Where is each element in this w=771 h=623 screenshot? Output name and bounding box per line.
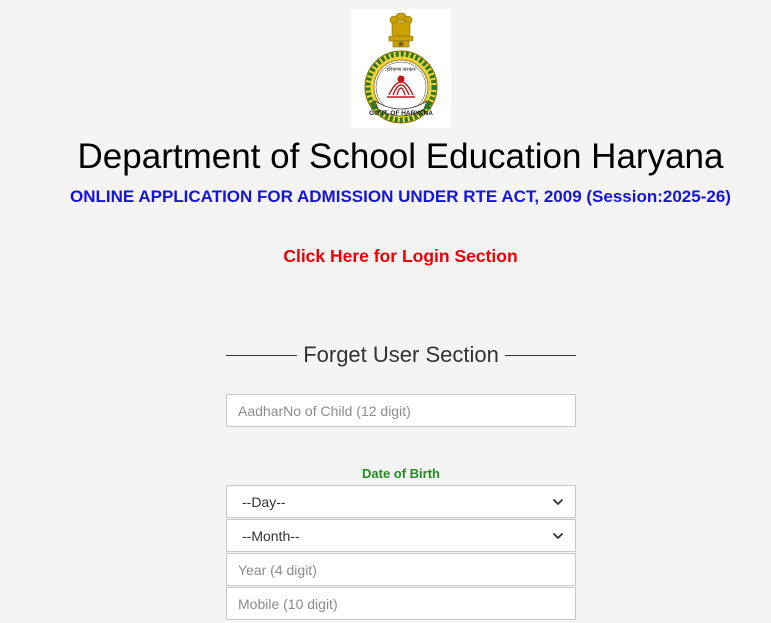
svg-text:GOVT. OF HARYANA: GOVT. OF HARYANA	[369, 110, 433, 117]
section-title: Forget User Section	[303, 342, 499, 367]
svg-text:हरियाणा सरकार: हरियाणा सरकार	[386, 66, 416, 73]
year-input[interactable]	[226, 553, 576, 586]
dob-label: Date of Birth	[362, 466, 440, 481]
forget-user-section-heading: Forget User Section	[226, 340, 577, 370]
heading-rule-right	[504, 354, 577, 356]
day-select[interactable]: --Day--	[226, 485, 576, 518]
aadhar-input[interactable]	[226, 394, 576, 427]
page-title: Department of School Education Haryana	[77, 137, 724, 176]
heading-rule-left	[226, 354, 298, 356]
login-section-link[interactable]: Click Here for Login Section	[0, 245, 771, 267]
day-select-value: --Day--	[242, 493, 286, 510]
haryana-emblem-logo: GOVT. OF HARYANA हरियाणा सरकार	[351, 9, 451, 128]
emblem-icon: GOVT. OF HARYANA हरियाणा सरकार	[364, 12, 438, 124]
page-subtitle: ONLINE APPLICATION FOR ADMISSION UNDER R…	[70, 187, 731, 206]
chevron-down-icon	[553, 532, 563, 539]
month-select-value: --Month--	[242, 527, 300, 544]
page: GOVT. OF HARYANA हरियाणा सरकार Departmen…	[0, 0, 771, 623]
month-select[interactable]: --Month--	[226, 519, 576, 552]
chevron-down-icon	[553, 498, 563, 505]
mobile-input[interactable]	[226, 587, 576, 620]
